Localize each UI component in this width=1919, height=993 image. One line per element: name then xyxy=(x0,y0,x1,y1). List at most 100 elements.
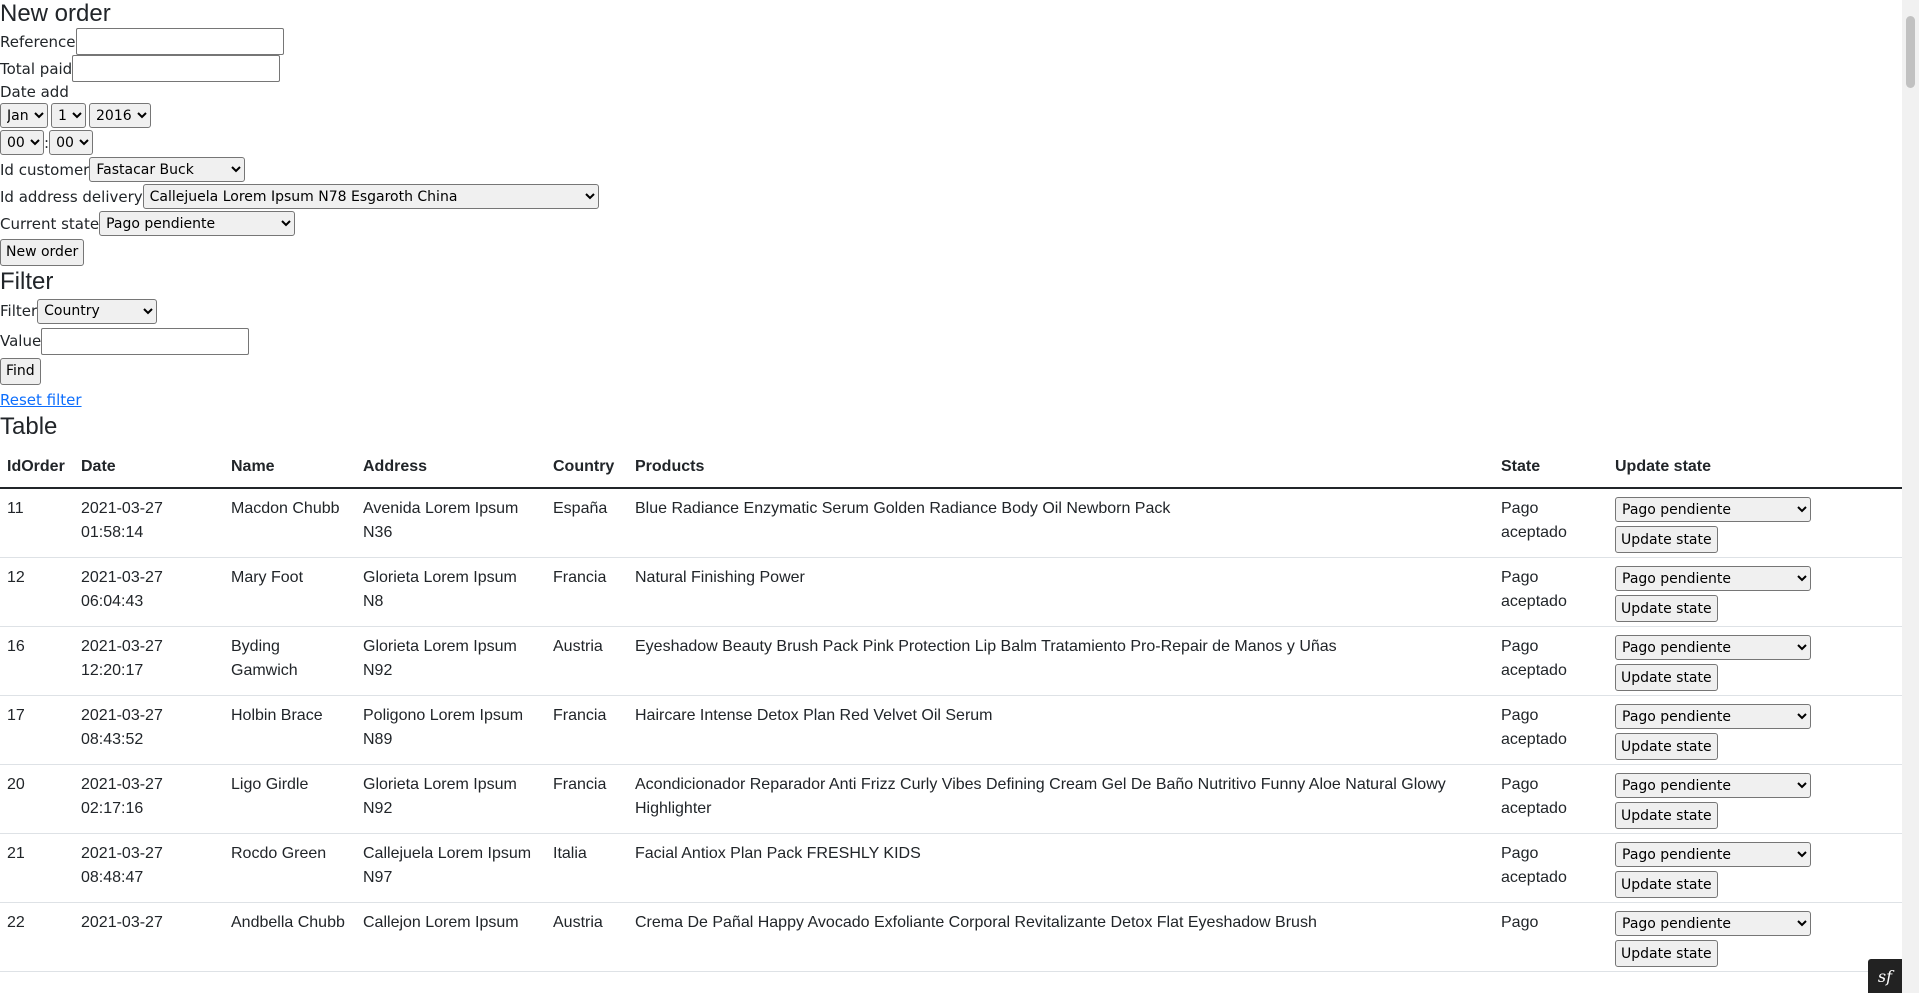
order-date-day: 2021-03-27 xyxy=(81,845,163,862)
reference-input[interactable] xyxy=(75,28,284,55)
total-paid-input[interactable] xyxy=(72,55,281,82)
order-products: Acondicionador Reparador Anti Frizz Curl… xyxy=(628,764,1494,834)
order-id: 20 xyxy=(0,764,74,834)
col-state: State xyxy=(1494,447,1608,489)
order-state: Pago aceptado xyxy=(1494,833,1608,903)
filter-value-input[interactable] xyxy=(41,327,250,355)
year-select[interactable]: 2016 xyxy=(89,103,151,128)
symfony-toolbar-icon[interactable]: sf xyxy=(1868,959,1902,993)
page: New order Reference Total paid Date add … xyxy=(0,0,1902,972)
update-state-select[interactable]: Pago pendiente xyxy=(1615,773,1811,798)
order-name: Holbin Brace xyxy=(224,695,356,765)
order-state: Pago aceptado xyxy=(1494,764,1608,834)
order-date: 2021-03-27 xyxy=(74,902,224,972)
id-address-select[interactable]: Callejuela Lorem Ipsum N78 Esgaroth Chin… xyxy=(142,184,599,209)
order-date-time: 02:17:16 xyxy=(81,800,144,817)
order-products: Crema De Pañal Happy Avocado Exfoliante … xyxy=(628,902,1494,972)
date-add-label-row: Date add xyxy=(0,82,1902,102)
order-state: Pago aceptado xyxy=(1494,695,1608,765)
filter-row: Filter Country xyxy=(0,296,1902,326)
table-row: 12 2021-03-27 06:04:43 Mary Foot Glorieta Lo… xyxy=(0,557,1902,627)
table-row: 11 2021-03-27 01:58:14 Macdon Chubb Avenida … xyxy=(0,488,1902,558)
day-select[interactable]: 1 xyxy=(51,103,86,128)
id-customer-row: Id customer Fastacar Buck xyxy=(0,156,1902,183)
order-address: Callejuela Lorem Ipsum N97 xyxy=(356,833,546,903)
order-update-state: Pago pendiente Update state xyxy=(1608,695,1902,765)
order-country: Austria xyxy=(546,902,628,972)
time-row: 00 : 00 xyxy=(0,129,1902,156)
update-state-select[interactable]: Pago pendiente xyxy=(1615,566,1811,591)
update-state-select[interactable]: Pago pendiente xyxy=(1615,635,1811,660)
order-date-day: 2021-03-27 xyxy=(81,638,163,655)
current-state-row: Current state Pago pendiente xyxy=(0,210,1902,237)
total-paid-row: Total paid xyxy=(0,55,1902,82)
update-state-select[interactable]: Pago pendiente xyxy=(1615,911,1811,936)
order-update-state: Pago pendiente Update state xyxy=(1608,488,1902,558)
id-customer-label: Id customer xyxy=(0,160,90,179)
hour-select[interactable]: 00 xyxy=(0,130,44,155)
order-state: Pago aceptado xyxy=(1494,557,1608,627)
table-row: 21 2021-03-27 08:48:47 Rocdo Green Callejuel… xyxy=(0,833,1902,903)
order-name: Byding Gamwich xyxy=(224,626,356,696)
order-update-state: Pago pendiente Update state xyxy=(1608,764,1902,834)
minute-select[interactable]: 00 xyxy=(49,130,94,155)
month-select[interactable]: Jan xyxy=(0,103,48,128)
current-state-select[interactable]: Pago pendiente xyxy=(99,211,296,236)
order-address: Glorieta Lorem Ipsum N8 xyxy=(356,557,546,627)
order-update-state: Pago pendiente Update state xyxy=(1608,557,1902,627)
update-state-button[interactable]: Update state xyxy=(1615,871,1718,898)
id-customer-select[interactable]: Fastacar Buck xyxy=(89,157,246,182)
new-order-button[interactable]: New order xyxy=(0,238,85,266)
date-row: Jan 1 2016 xyxy=(0,102,1902,129)
filter-select[interactable]: Country xyxy=(37,298,158,324)
order-products: Eyeshadow Beauty Brush Pack Pink Protect… xyxy=(628,626,1494,696)
update-state-button[interactable]: Update state xyxy=(1615,940,1718,967)
order-name: Macdon Chubb xyxy=(224,488,356,558)
order-country: Francia xyxy=(546,695,628,765)
update-state-button[interactable]: Update state xyxy=(1615,595,1718,622)
col-name: Name xyxy=(224,447,356,489)
order-id: 21 xyxy=(0,833,74,903)
update-state-button[interactable]: Update state xyxy=(1615,664,1718,691)
order-address: Glorieta Lorem Ipsum N92 xyxy=(356,626,546,696)
order-country: Francia xyxy=(546,764,628,834)
order-date: 2021-03-27 08:43:52 xyxy=(74,695,224,765)
order-id: 17 xyxy=(0,695,74,765)
order-address: Avenida Lorem Ipsum N36 xyxy=(356,488,546,558)
update-state-button[interactable]: Update state xyxy=(1615,733,1718,760)
id-address-row: Id address delivery Callejuela Lorem Ips… xyxy=(0,183,1902,210)
table-row: 16 2021-03-27 12:20:17 Byding Gamwich Glorie… xyxy=(0,626,1902,696)
order-date-time: 08:48:47 xyxy=(81,869,144,886)
table-header-row: IdOrder Date Name Address Country Produc… xyxy=(0,447,1902,489)
update-state-button[interactable]: Update state xyxy=(1615,526,1718,553)
value-row: Value xyxy=(0,326,1902,356)
order-date-day: 2021-03-27 xyxy=(81,500,163,517)
order-update-state: Pago pendiente Update state xyxy=(1608,833,1902,903)
order-date-day: 2021-03-27 xyxy=(81,707,163,724)
table-row: 20 2021-03-27 02:17:16 Ligo Girdle Glorieta … xyxy=(0,764,1902,834)
order-products: Blue Radiance Enzymatic Serum Golden Rad… xyxy=(628,488,1494,558)
update-state-button[interactable]: Update state xyxy=(1615,802,1718,829)
value-label: Value xyxy=(0,332,42,350)
col-update-state: Update state xyxy=(1608,447,1902,489)
order-name: Rocdo Green xyxy=(224,833,356,903)
reset-filter-link[interactable]: Reset filter xyxy=(0,388,82,412)
col-country: Country xyxy=(546,447,628,489)
symfony-badge-text: sf xyxy=(1877,966,1893,986)
scrollbar-thumb[interactable] xyxy=(1906,16,1915,88)
date-add-label: Date add xyxy=(0,83,69,101)
update-state-select[interactable]: Pago pendiente xyxy=(1615,704,1811,729)
order-state: Pago xyxy=(1494,902,1608,972)
vertical-scrollbar[interactable] xyxy=(1902,0,1919,993)
order-date: 2021-03-27 01:58:14 xyxy=(74,488,224,558)
filter-label: Filter xyxy=(0,302,38,320)
reset-filter-row: Reset filter xyxy=(0,386,1902,413)
reference-label: Reference xyxy=(0,32,76,51)
update-state-select[interactable]: Pago pendiente xyxy=(1615,497,1811,522)
table-title: Table xyxy=(0,413,58,440)
order-date-time: 01:58:14 xyxy=(81,524,144,541)
order-products: Natural Finishing Power xyxy=(628,557,1494,627)
current-state-label: Current state xyxy=(0,214,100,233)
find-button[interactable]: Find xyxy=(0,357,41,385)
update-state-select[interactable]: Pago pendiente xyxy=(1615,842,1811,867)
